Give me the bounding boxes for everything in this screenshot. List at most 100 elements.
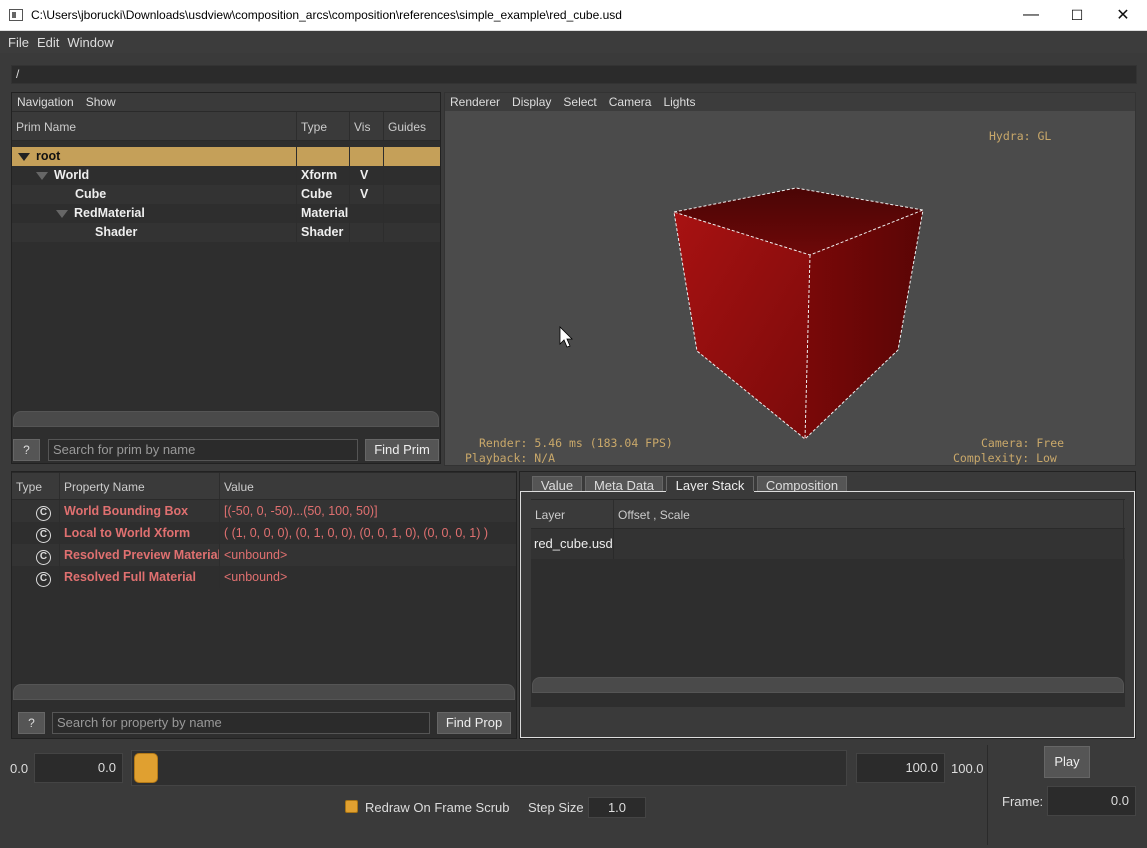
prim-type: Xform: [297, 166, 350, 185]
prim-name: root: [36, 149, 61, 163]
frame-field[interactable]: 0.0: [1047, 786, 1136, 816]
layer-stack-table: Layer Offset , Scale red_cube.usd: [531, 499, 1125, 707]
prim-panel-menu: Navigation Show: [12, 93, 440, 111]
prim-vis[interactable]: [350, 223, 384, 242]
camera-mode-label: Camera: Free: [981, 436, 1065, 450]
layer-table-header: Layer Offset , Scale: [531, 499, 1125, 529]
close-button[interactable]: ✕: [1100, 0, 1146, 30]
prim-vis[interactable]: [350, 204, 384, 223]
property-value: <unbound>: [224, 548, 288, 562]
prim-type: Material: [297, 204, 350, 223]
property-name: Resolved Full Material: [60, 566, 220, 588]
layer-row[interactable]: red_cube.usd: [531, 529, 1125, 559]
step-size-field[interactable]: 1.0: [588, 797, 646, 818]
property-row[interactable]: C Resolved Preview Material <unbound>: [12, 544, 516, 566]
prim-vis[interactable]: V: [350, 185, 384, 204]
header-prim-name[interactable]: Prim Name: [12, 112, 297, 140]
timeline-start-field[interactable]: 0.0: [34, 753, 123, 783]
prim-name: Cube: [75, 187, 107, 201]
property-row[interactable]: C World Bounding Box [(-50, 0, -50)...(5…: [12, 500, 516, 522]
layer-name: red_cube.usd: [531, 529, 614, 559]
computed-property-icon: C: [36, 550, 51, 565]
red-cube-render: [559, 187, 924, 440]
frame-label: Frame:: [1002, 794, 1044, 809]
header-type[interactable]: Type: [12, 473, 60, 499]
header-value[interactable]: Value: [220, 473, 516, 499]
prim-horizontal-scrollbar[interactable]: [13, 411, 439, 427]
prim-row-redmaterial[interactable]: RedMaterial Material: [12, 204, 440, 223]
menu-file[interactable]: File: [4, 31, 33, 50]
collapse-triangle-icon[interactable]: [36, 171, 48, 180]
prim-type: [297, 147, 350, 166]
prim-row-cube[interactable]: Cube Cube V: [12, 185, 440, 204]
layer-horizontal-scrollbar[interactable]: [532, 677, 1124, 693]
render-stats-label: Render: 5.46 ms (183.04 FPS): [479, 436, 673, 450]
timeline-end-label: 100.0: [951, 761, 984, 776]
property-name: World Bounding Box: [60, 500, 220, 522]
property-panel: Type Property Name Value C World Boundin…: [11, 471, 517, 739]
window-title: C:\Users\jborucki\Downloads\usdview\comp…: [31, 8, 622, 22]
collapse-triangle-icon[interactable]: [18, 152, 30, 161]
property-value: <unbound>: [224, 570, 288, 584]
prim-name: World: [54, 168, 90, 182]
prim-vis[interactable]: [350, 147, 384, 166]
menu-show[interactable]: Show: [86, 95, 116, 109]
prim-row-root[interactable]: root: [12, 147, 440, 166]
prim-row-shader[interactable]: Shader Shader: [12, 223, 440, 242]
header-property-name[interactable]: Property Name: [60, 473, 220, 499]
prim-table-header: Prim Name Type Vis Guides: [12, 111, 440, 141]
timeline-end-field[interactable]: 100.0: [856, 753, 945, 783]
complexity-label: Complexity: Low: [953, 451, 1057, 465]
redraw-checkbox[interactable]: [345, 800, 358, 813]
timeline-slider-handle[interactable]: [134, 753, 158, 783]
timeline-start-label: 0.0: [10, 761, 29, 776]
find-prim-button[interactable]: Find Prim: [365, 439, 439, 461]
prim-path-field[interactable]: /: [11, 65, 1137, 84]
property-horizontal-scrollbar[interactable]: [13, 684, 515, 700]
find-prop-button[interactable]: Find Prop: [437, 712, 511, 734]
mouse-cursor-icon: [559, 326, 573, 348]
property-search-input[interactable]: Search for property by name: [52, 712, 430, 734]
property-value: ( (1, 0, 0, 0), (0, 1, 0, 0), (0, 0, 1, …: [224, 526, 488, 540]
property-value: [(-50, 0, -50)...(50, 100, 50)]: [224, 504, 378, 518]
menu-bar: File Edit Window: [0, 31, 1147, 53]
property-row[interactable]: C Resolved Full Material <unbound>: [12, 566, 516, 588]
step-size-label: Step Size: [528, 800, 584, 815]
prim-help-button[interactable]: ?: [13, 439, 40, 461]
prim-type: Shader: [297, 223, 350, 242]
header-guides[interactable]: Guides: [384, 112, 440, 140]
playback-label: Playback: N/A: [465, 451, 556, 465]
header-offset-scale[interactable]: Offset , Scale: [614, 500, 1124, 528]
inspector-panel: Value Meta Data Layer Stack Composition …: [519, 471, 1136, 739]
menu-navigation[interactable]: Navigation: [17, 95, 74, 109]
property-name: Resolved Preview Material: [60, 544, 220, 566]
property-name: Local to World Xform: [60, 522, 220, 544]
header-type[interactable]: Type: [297, 112, 350, 140]
redraw-label: Redraw On Frame Scrub: [365, 800, 510, 815]
prim-row-world[interactable]: World Xform V: [12, 166, 440, 185]
prim-vis[interactable]: V: [350, 166, 384, 185]
property-table-header: Type Property Name Value: [12, 472, 516, 500]
menu-window[interactable]: Window: [63, 31, 117, 50]
title-bar: C:\Users\jborucki\Downloads\usdview\comp…: [0, 0, 1147, 31]
computed-property-icon: C: [36, 572, 51, 587]
prim-name: Shader: [95, 225, 138, 239]
prim-search-input[interactable]: Search for prim by name: [48, 439, 358, 461]
viewport-panel[interactable]: Renderer Display Select Camera Lights Hydra:…: [444, 92, 1136, 466]
prim-browser-panel: Navigation Show Prim Name Type Vis Guides…: [11, 92, 441, 464]
property-row[interactable]: C Local to World Xform ( (1, 0, 0, 0), (…: [12, 522, 516, 544]
play-button[interactable]: Play: [1044, 746, 1090, 778]
computed-property-icon: C: [36, 506, 51, 521]
minimize-button[interactable]: —: [1008, 0, 1054, 30]
property-help-button[interactable]: ?: [18, 712, 45, 734]
timeline-slider[interactable]: [131, 750, 847, 786]
header-layer[interactable]: Layer: [531, 500, 614, 528]
menu-edit[interactable]: Edit: [33, 31, 63, 50]
prim-name: RedMaterial: [74, 206, 145, 220]
layer-offset: [614, 529, 1124, 559]
collapse-triangle-icon[interactable]: [56, 209, 68, 218]
prim-type: Cube: [297, 185, 350, 204]
maximize-button[interactable]: ☐: [1054, 0, 1100, 30]
header-vis[interactable]: Vis: [350, 112, 384, 140]
app-icon: [9, 9, 23, 21]
